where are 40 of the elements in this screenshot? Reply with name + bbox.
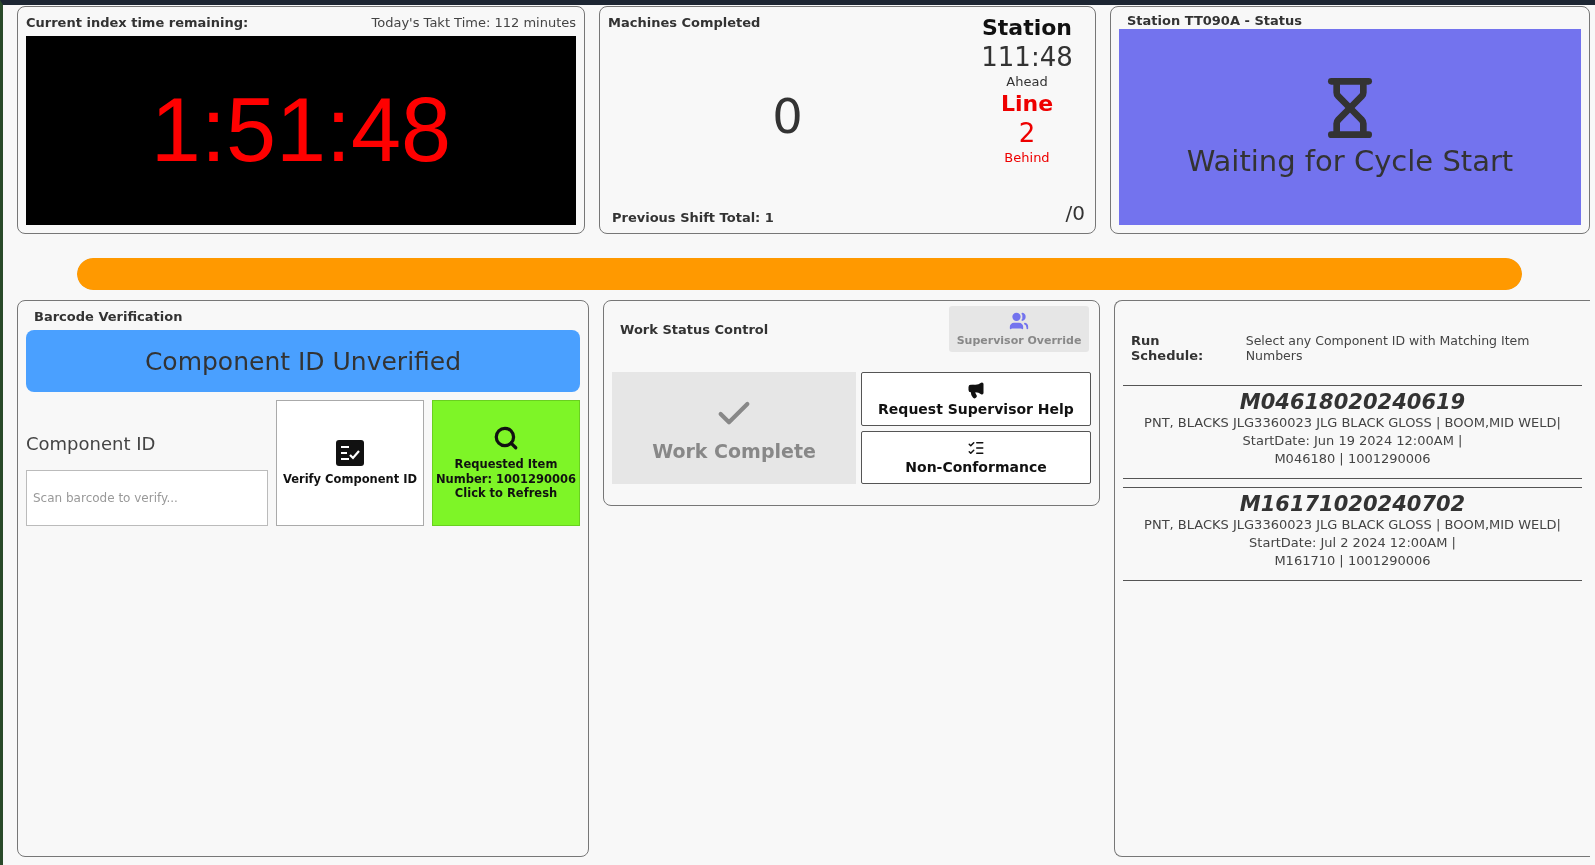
- group-value: 111:48: [981, 42, 1073, 72]
- card-title: Run Schedule:: [1131, 333, 1205, 363]
- total-count: /0: [1065, 201, 1085, 225]
- item-detail: StartDate: Jul 2 2024 12:00AM |: [1249, 534, 1456, 552]
- schedule-hint: Select any Component ID with Matching Item Numbers: [1245, 333, 1531, 363]
- group-label: Ahead: [1006, 74, 1048, 89]
- schedule-item[interactable]: M04618020240619 PNT, BLACKS JLG3360023 JLG BLACK GLOSS | BOOM,MID WELD| StartDate: Jun 19 2024 12:00AM | M046180 | 1001290006: [1123, 385, 1582, 479]
- search-icon: [493, 424, 519, 451]
- refresh-button[interactable]: Requested Item Number: 1001290006 Click to Refresh: [432, 400, 580, 526]
- users-icon: [1009, 311, 1029, 331]
- item-detail: PNT, BLACKS JLG3360023 JLG BLACK GLOSS | BOOM,MID WELD|: [1144, 414, 1561, 432]
- group-value: 2: [1018, 118, 1036, 148]
- group-heading: Line: [1000, 91, 1054, 116]
- completed-count: 0: [772, 87, 803, 144]
- nonconformance-button[interactable]: Non-Conformance: [861, 430, 1091, 484]
- card-title: Station TT090A - Status: [1126, 13, 1303, 28]
- status-message: Waiting for Cycle Start: [1186, 144, 1514, 178]
- item-detail: M161710 | 1001290006: [1274, 552, 1431, 570]
- verify-button[interactable]: Verify Component ID: [276, 400, 424, 526]
- takt-time: Today's Takt Time: 112 minutes: [371, 15, 576, 30]
- component-id-field[interactable]: Scan barcode to verify...: [26, 470, 268, 526]
- item-detail: PNT, BLACKS JLG3360023 JLG BLACK GLOSS | BOOM,MID WELD|: [1144, 516, 1561, 534]
- time-remaining: 1:51:48: [150, 79, 452, 182]
- card-title: Current index time remaining:: [26, 15, 249, 30]
- help-button[interactable]: Request Supervisor Help: [861, 372, 1091, 426]
- megaphone-icon: [967, 380, 985, 399]
- schedule-item[interactable]: M16171020240702 PNT, BLACKS JLG3360023 JLG BLACK GLOSS | BOOM,MID WELD| StartDate: Jul 2 2024 12:00AM | M161710 | 1001290006: [1123, 487, 1582, 581]
- group-heading: Station: [981, 15, 1072, 40]
- component-id: M04618020240619: [1239, 390, 1466, 414]
- group-label: Behind: [1004, 150, 1050, 165]
- item-detail: M046180 | 1001290006: [1274, 450, 1431, 468]
- card-title: Barcode Verification: [33, 309, 184, 324]
- checklist-icon: [336, 439, 364, 466]
- card-title: Work Status Control: [620, 321, 769, 337]
- component-id: M16171020240702: [1239, 492, 1466, 516]
- item-detail: StartDate: Jun 19 2024 12:00AM |: [1242, 432, 1463, 450]
- field-label: Component ID: [26, 433, 157, 454]
- card-title: Machines Completed: [608, 15, 762, 30]
- previous-total: Previous Shift Total: 1: [612, 210, 774, 225]
- banner-text: Component ID Unverified: [144, 346, 462, 376]
